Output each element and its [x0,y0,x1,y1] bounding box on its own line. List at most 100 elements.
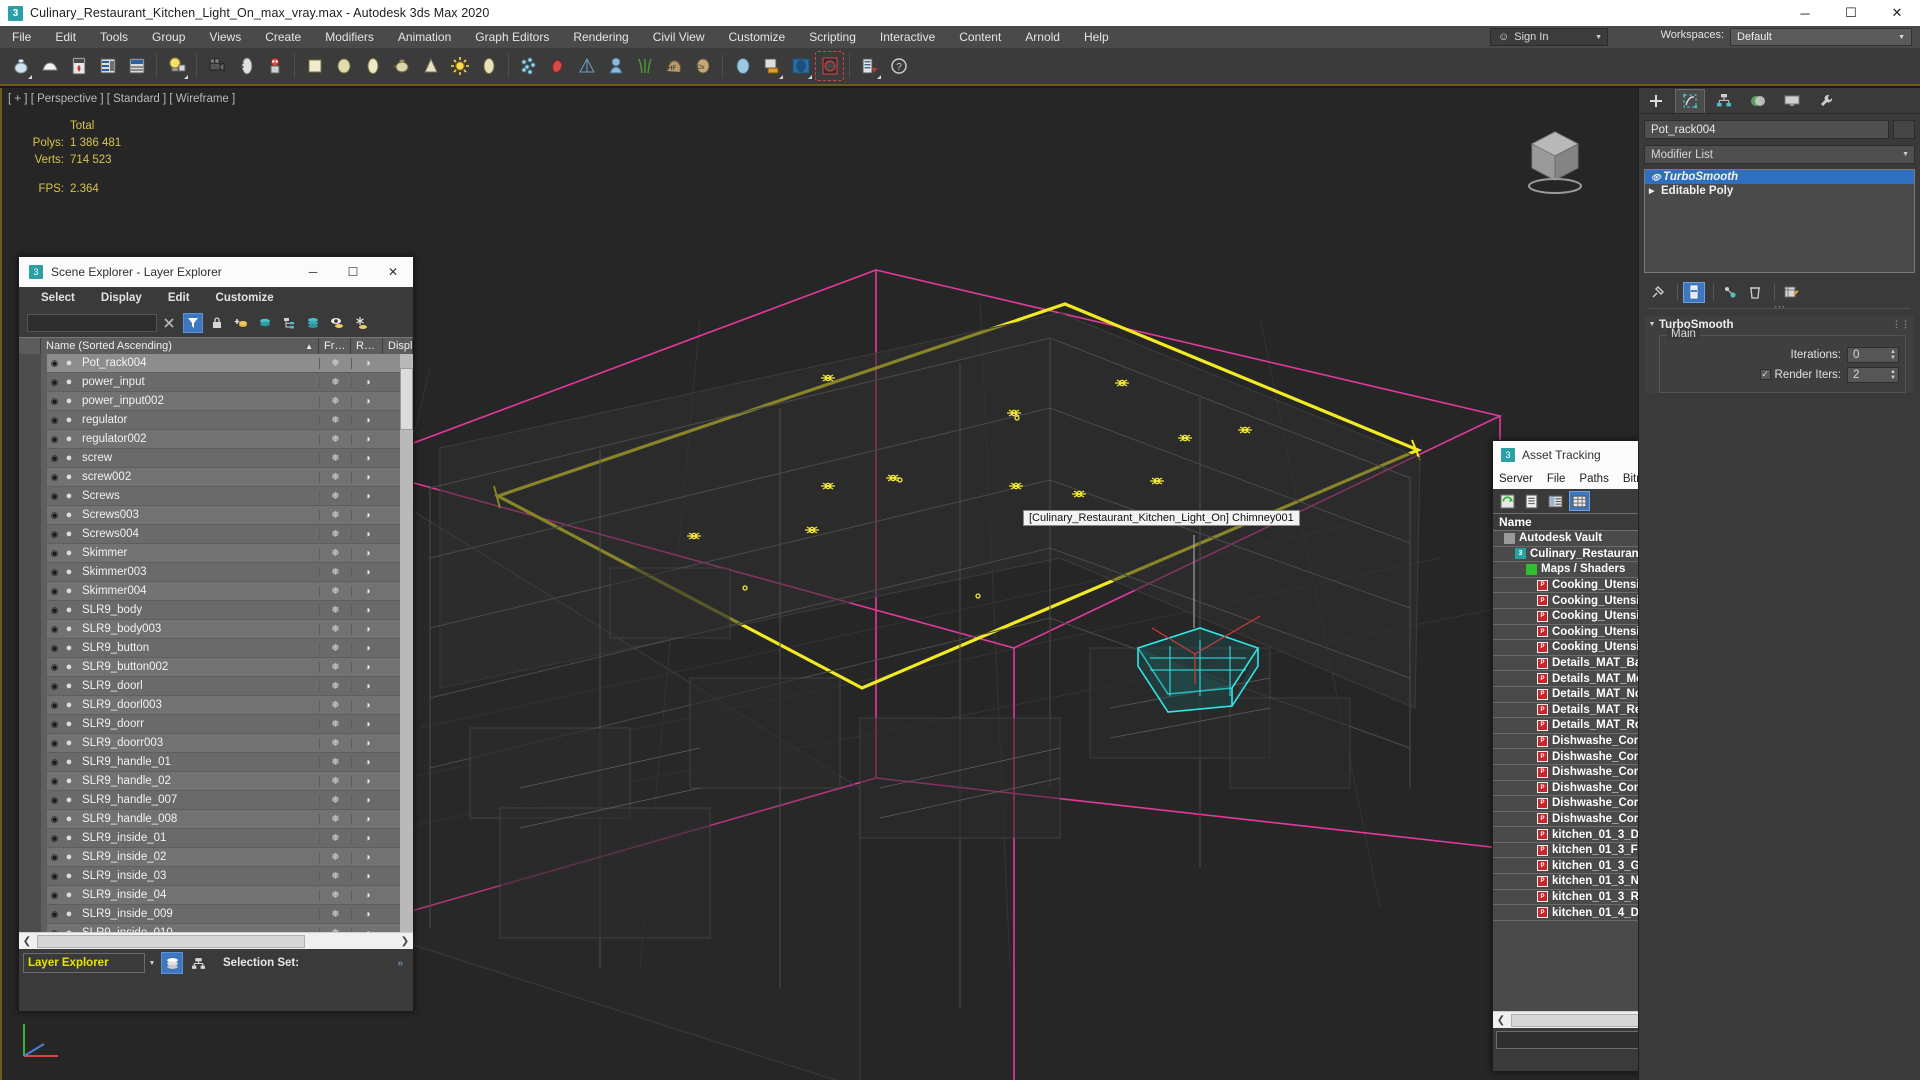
menu-item-content[interactable]: Content [947,26,1013,48]
scene-converter-icon[interactable] [856,52,883,80]
visibility-eye-icon[interactable]: ◉ [47,928,62,933]
visibility-eye-icon[interactable]: ◉ [47,415,62,426]
renderable-cell[interactable]: ◑ [351,604,383,616]
scene-explorer-maximize-button[interactable]: ☐ [333,257,373,287]
table-row[interactable]: ◉ ● SLR9_doorl003 ❅ ◑ [19,695,413,715]
renderable-cell[interactable]: ◑ [351,490,383,502]
render-iters-checkbox[interactable]: ✓ [1759,369,1771,380]
frozen-cell[interactable]: ❅ [319,433,351,445]
column-header-frozen[interactable]: Fr… [319,337,351,355]
remove-modifier-icon[interactable] [1744,282,1766,303]
menu-item-edit[interactable]: Edit [43,26,88,48]
scene-explorer-list[interactable]: ◉ ● Pot_rack004 ❅ ◑ ◉ ● power_input ❅ ◑ ◉ ● power_in… [19,354,413,932]
modifier-stack-item-editable-poly[interactable]: ▶ Editable Poly [1645,184,1914,198]
color-dot-icon[interactable]: ● [62,395,76,407]
visibility-eye-icon[interactable]: ◉ [47,453,62,464]
frozen-cell[interactable]: ❅ [319,775,351,787]
visibility-eye-icon[interactable]: ◉ [47,586,62,597]
tab-create[interactable] [1641,89,1671,113]
light-icon[interactable] [163,52,190,80]
scene-explorer-window[interactable]: 3 Scene Explorer - Layer Explorer ─ ☐ ✕ … [18,256,414,1012]
select-layer-icon[interactable] [255,313,275,333]
tab-display[interactable] [1777,89,1807,113]
renderable-cell[interactable]: ◑ [351,908,383,920]
color-dot-icon[interactable]: ● [62,680,76,692]
table-row[interactable]: ◉ ● power_input ❅ ◑ [19,372,413,392]
color-dot-icon[interactable]: ● [62,623,76,635]
frozen-cell[interactable]: ❅ [319,794,351,806]
color-dot-icon[interactable]: ● [62,889,76,901]
renderable-cell[interactable]: ◑ [351,680,383,692]
se-menu-edit[interactable]: Edit [168,292,190,304]
helpers-icon[interactable] [573,52,600,80]
visibility-eye-icon[interactable]: ◉ [47,643,62,654]
visibility-eye-icon[interactable]: ◉ [47,396,62,407]
box-primitive-icon[interactable] [301,52,328,80]
render-production-icon[interactable] [815,51,844,81]
visibility-eye-icon[interactable]: ◉ [47,909,62,920]
frozen-cell[interactable]: ❅ [319,471,351,483]
camera-icon[interactable] [203,52,230,80]
renderable-cell[interactable]: ◑ [351,395,383,407]
color-dot-icon[interactable]: ● [62,528,76,540]
renderable-cell[interactable]: ◑ [351,851,383,863]
color-dot-icon[interactable]: ● [62,376,76,388]
frozen-cell[interactable]: ❅ [319,585,351,597]
frozen-cell[interactable]: ❅ [319,566,351,578]
color-dot-icon[interactable]: ● [62,813,76,825]
select-by-name-icon[interactable] [94,52,121,80]
menu-item-graph-editors[interactable]: Graph Editors [463,26,561,48]
color-dot-icon[interactable]: ● [62,357,76,369]
column-header-render[interactable]: R… [351,337,383,355]
scene-explorer-minimize-button[interactable]: ─ [293,257,333,287]
menu-item-scripting[interactable]: Scripting [797,26,868,48]
visibility-eye-icon[interactable]: ◉ [47,358,62,369]
visibility-eye-icon[interactable]: ◉ [47,624,62,635]
column-header-display[interactable]: Displ… [383,337,413,355]
tab-hierarchy[interactable] [1709,89,1739,113]
frozen-cell[interactable]: ❅ [319,737,351,749]
sign-in-button[interactable]: ☺ Sign In ▼ [1490,28,1608,46]
color-dot-icon[interactable]: ● [62,908,76,920]
renderable-cell[interactable]: ◑ [351,737,383,749]
table-row[interactable]: ◉ ● SLR9_handle_02 ❅ ◑ [19,771,413,791]
table-row[interactable]: ◉ ● regulator ❅ ◑ [19,410,413,430]
clear-search-icon[interactable] [159,313,179,333]
renderable-cell[interactable]: ◑ [351,794,383,806]
visibility-eye-icon[interactable]: ◉ [47,700,62,711]
renderable-cell[interactable]: ◑ [351,471,383,483]
frozen-cell[interactable]: ❅ [319,547,351,559]
color-dot-icon[interactable]: ● [62,566,76,578]
spacewarp-icon[interactable] [544,52,571,80]
render-iters-spinner[interactable]: 2 ▲ ▼ [1847,366,1899,383]
teapot-primitive-icon[interactable] [388,52,415,80]
renderable-cell[interactable]: ◑ [351,433,383,445]
color-dot-icon[interactable]: ● [62,775,76,787]
renderable-cell[interactable]: ◑ [351,414,383,426]
expand-triangle-icon[interactable]: ▶ [1649,187,1661,195]
table-row[interactable]: ◉ ● SLR9_button ❅ ◑ [19,638,413,658]
visibility-eye-icon[interactable]: ◉ [47,833,62,844]
visibility-eye-icon[interactable]: ◉ [47,814,62,825]
detail-view-icon[interactable] [1545,491,1566,511]
column-header-name[interactable]: Name (Sorted Ascending) ▲ [41,337,319,355]
modifier-stack[interactable]: 👁 TurboSmooth ▶ Editable Poly [1644,169,1915,273]
table-row[interactable]: ◉ ● Skimmer004 ❅ ◑ [19,581,413,601]
object-color-swatch[interactable] [1893,120,1915,139]
renderable-cell[interactable]: ◑ [351,376,383,388]
frozen-cell[interactable]: ❅ [319,680,351,692]
renderable-cell[interactable]: ◑ [351,832,383,844]
frozen-cell[interactable]: ❅ [319,509,351,521]
visibility-eye-icon[interactable]: ◉ [47,757,62,768]
frozen-cell[interactable]: ❅ [319,889,351,901]
visibility-eye-icon[interactable]: ◉ [47,871,62,882]
lock-icon[interactable] [207,313,227,333]
hair-fur-icon[interactable]: HF [660,52,687,80]
bipeds-icon[interactable] [261,52,288,80]
table-row[interactable]: ◉ ● SLR9_button002 ❅ ◑ [19,657,413,677]
scroll-left-icon[interactable]: ❮ [19,936,35,947]
frozen-cell[interactable]: ❅ [319,908,351,920]
hierarchy-mode-icon[interactable] [187,952,209,974]
layer-explorer-mode-icon[interactable] [161,952,183,974]
frozen-cell[interactable]: ❅ [319,376,351,388]
